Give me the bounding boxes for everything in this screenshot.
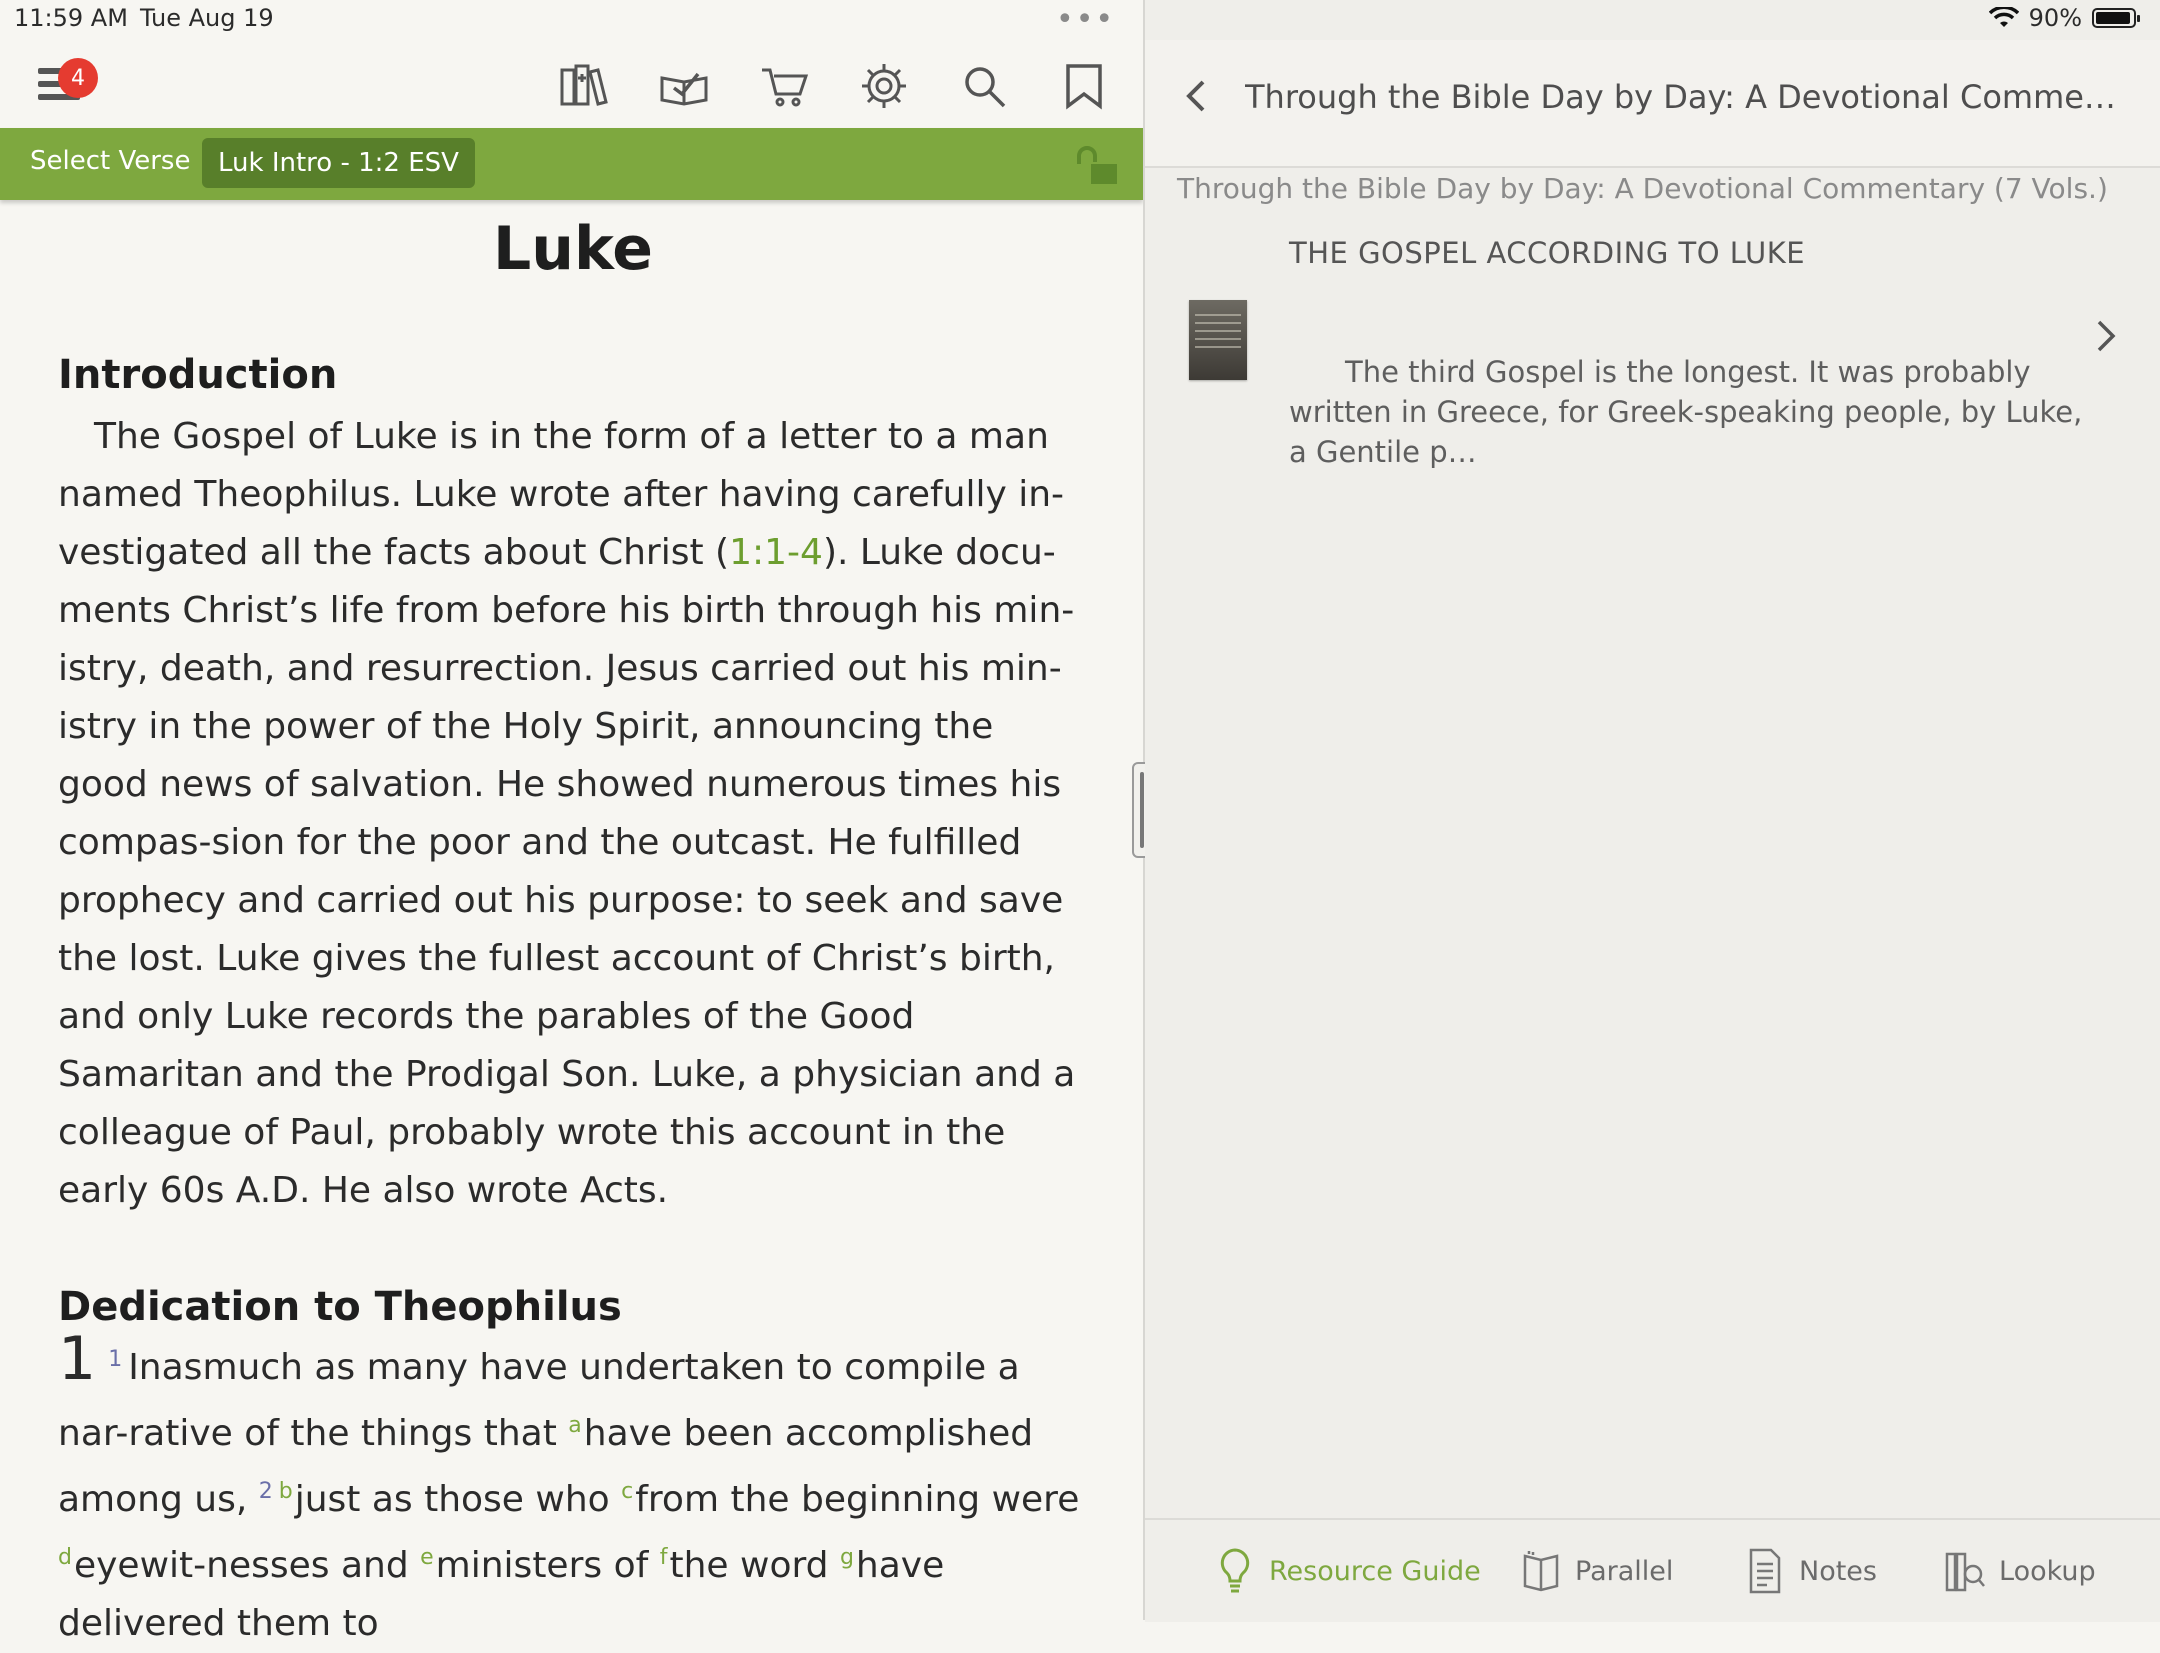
lookup-icon — [1945, 1552, 1985, 1592]
resource-header: Through the Bible Day by Day: A Devotion… — [1145, 40, 2160, 168]
verse-paragraph: 1 1 Inasmuch as many have undertaken to co… — [58, 1329, 1088, 1653]
tab-resource-guide-label: Resource Guide — [1269, 1555, 1481, 1587]
footnote-e[interactable]: e — [420, 1545, 434, 1570]
cart-icon[interactable] — [758, 60, 810, 112]
status-right: 90% — [1988, 4, 2140, 32]
introduction-heading: Introduction — [58, 352, 338, 398]
footnote-d[interactable]: d — [58, 1545, 72, 1570]
footnote-a[interactable]: a — [568, 1413, 581, 1438]
multitasking-dots-icon[interactable]: ••• — [1056, 2, 1115, 37]
book-cover-thumbnail[interactable] — [1189, 300, 1247, 380]
resource-subtitle: Through the Bible Day by Day: A Devotion… — [1177, 172, 2108, 205]
status-time: 11:59 AM — [14, 4, 128, 32]
reference-picker-button[interactable]: Luk Intro - 1:2 ESV — [202, 138, 475, 188]
tab-notes[interactable]: Notes — [1745, 1520, 1877, 1622]
unlocked-icon[interactable] — [1073, 144, 1121, 188]
dedication-heading: Dedication to Theophilus — [58, 1284, 622, 1330]
bottom-tab-bar: Resource Guide Parallel Notes Lookup — [1145, 1518, 2160, 1622]
menu-button[interactable]: 4 — [38, 58, 98, 106]
resource-excerpt[interactable]: The third Gospel is the longest. It was … — [1289, 352, 2089, 472]
library-icon[interactable] — [558, 60, 610, 112]
chevron-right-icon[interactable] — [2093, 316, 2119, 356]
resource-title[interactable]: Through the Bible Day by Day: A Devotion… — [1245, 78, 2125, 116]
parallel-books-icon — [1523, 1551, 1559, 1592]
verse-2-text-e: the word — [669, 1545, 840, 1586]
bible-pane: 4 Select Verse Luk Intro - 1:2 ESV Luke … — [0, 0, 1143, 1644]
tab-lookup[interactable]: Lookup — [1945, 1520, 2096, 1622]
verse-navigation-bar: Select Verse Luk Intro - 1:2 ESV — [0, 128, 1143, 200]
verse-number-1[interactable]: 1 — [108, 1347, 122, 1372]
select-verse-button[interactable]: Select Verse — [30, 146, 190, 176]
verse-2-text-d: ministers of — [435, 1545, 660, 1586]
settings-gear-icon[interactable] — [858, 60, 910, 112]
footnote-c[interactable]: c — [621, 1479, 633, 1504]
resource-section-heading: THE GOSPEL ACCORDING TO LUKE — [1289, 236, 1806, 270]
bookmark-icon[interactable] — [1058, 60, 1110, 112]
introduction-paragraph: The Gospel of Luke is in the form of a l… — [58, 408, 1088, 1220]
tab-resource-guide[interactable]: Resource Guide — [1215, 1520, 1481, 1622]
status-date: Tue Aug 19 — [140, 4, 274, 32]
intro-text-3: He also wrote Acts. — [310, 1170, 669, 1211]
wifi-icon — [1988, 7, 2019, 27]
notification-badge: 4 — [58, 58, 98, 98]
tab-parallel-label: Parallel — [1575, 1555, 1674, 1587]
footnote-b[interactable]: b — [279, 1479, 293, 1504]
verse-number-2[interactable]: 2 — [259, 1479, 273, 1504]
search-icon[interactable] — [958, 60, 1010, 112]
verse-2-text-c: eyewit-nesses and — [73, 1545, 421, 1586]
tab-parallel[interactable]: Parallel — [1521, 1520, 1673, 1622]
cross-reference-link[interactable]: 1:1-4 — [729, 532, 823, 573]
intro-text-2: ). Luke docu-ments Christ’s life from be… — [58, 532, 1076, 1211]
resource-pane: Through the Bible Day by Day: A Devotion… — [1145, 0, 2160, 1622]
tab-notes-label: Notes — [1799, 1555, 1877, 1587]
battery-percent: 90% — [2028, 4, 2082, 32]
verse-2-text-b: from the beginning were — [635, 1479, 1080, 1520]
status-bar: 11:59 AM Tue Aug 19 ••• 90% — [0, 0, 2160, 40]
main-toolbar: 4 — [0, 40, 1143, 130]
tab-lookup-label: Lookup — [1999, 1555, 2096, 1587]
battery-icon — [2092, 8, 2140, 28]
reading-plan-icon[interactable] — [658, 60, 710, 112]
footnote-f[interactable]: f — [660, 1545, 668, 1570]
verse-2-text-a: just as those who — [294, 1479, 622, 1520]
back-chevron-icon[interactable] — [1181, 76, 1209, 116]
bible-text: Luke Introduction The Gospel of Luke is … — [58, 210, 1088, 1653]
chapter-number: 1 — [58, 1324, 97, 1394]
footnote-g[interactable]: g — [840, 1545, 854, 1570]
book-title: Luke — [493, 214, 653, 284]
intro-ad: A.D. — [235, 1170, 311, 1211]
notes-icon — [1749, 1548, 1781, 1594]
lightbulb-icon — [1220, 1548, 1250, 1593]
